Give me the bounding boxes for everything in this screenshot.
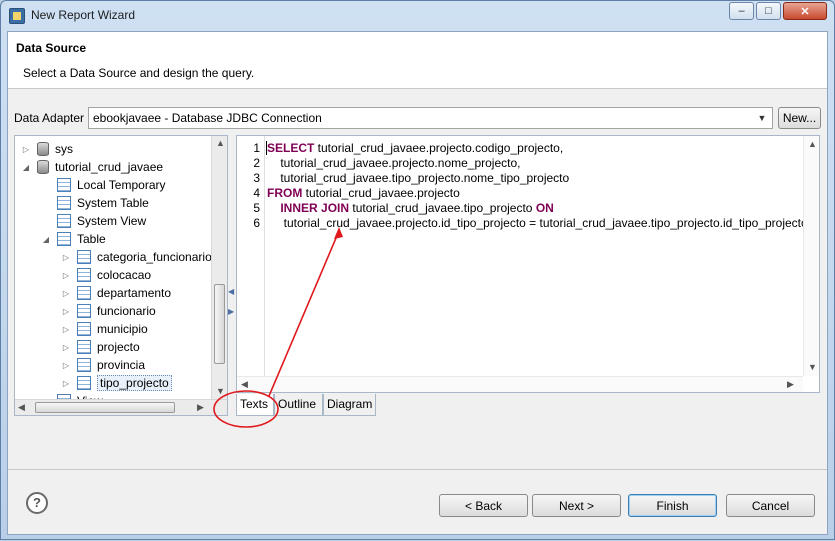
annotation-arrow-head [334, 227, 343, 239]
annotation-overlay [213, 227, 343, 428]
wizard-window: New Report Wizard ‒ □ ✕ Data Source Sele… [0, 0, 835, 540]
annotation-arrow-line [268, 230, 340, 397]
annotation-circle [213, 390, 279, 428]
